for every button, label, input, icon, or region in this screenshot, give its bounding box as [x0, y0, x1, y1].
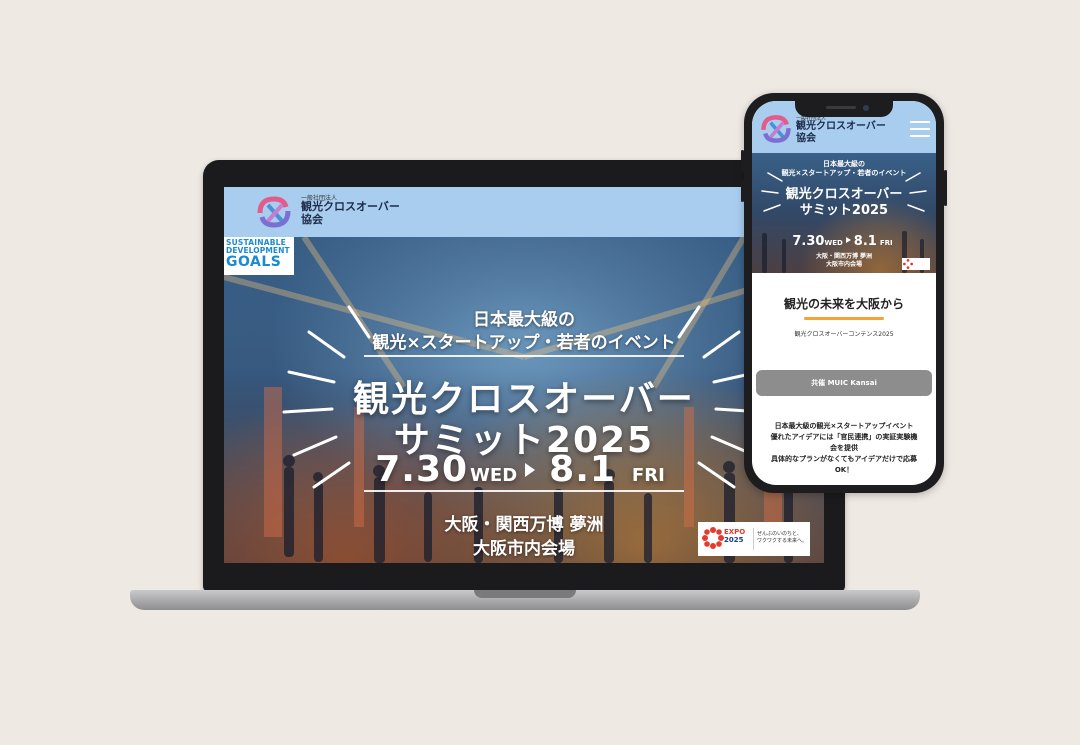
mobile-event-dates: 7.30WED 8.1 FRI [752, 230, 936, 249]
hero-subtitle-line2: 観光×スタートアップ・若者のイベント [372, 333, 676, 353]
site-header: 一般社団法人 観光クロスオーバー 協会 [224, 187, 824, 237]
phone-camera-icon [863, 105, 869, 111]
section-title-underline [804, 317, 884, 320]
end-day: FRI [631, 465, 665, 486]
expo-tagline: ぜんぶのいのちと、 ワクワクする未来へ。 [757, 531, 809, 545]
expo-logo-icon [903, 259, 913, 269]
expo-logo-icon [702, 527, 724, 549]
sdg-line3: GOALS [226, 254, 282, 270]
expo-tagline-line2: ワクワクする未来へ。 [757, 538, 808, 544]
start-date: 7.30 [375, 449, 469, 490]
phone-volume-up-button [741, 150, 744, 172]
expo-wordmark: EXPO 2025 [724, 528, 745, 544]
play-arrow-icon [525, 463, 536, 477]
expo-year: 2025 [724, 536, 744, 544]
hamburger-icon[interactable] [910, 121, 930, 137]
expo-name: EXPO [724, 528, 746, 536]
phone-notch [795, 101, 893, 117]
laptop-hinge-notch [474, 590, 576, 598]
mobile-hero-title-line1: 観光クロスオーバー [785, 187, 903, 202]
event-dates: 7.30 WED 8.1 FRI [224, 449, 824, 490]
org-name[interactable]: 観光クロスオーバー 協会 [301, 200, 421, 226]
association-logo-icon[interactable] [758, 112, 794, 146]
section-title: 観光の未来を大阪から [783, 297, 904, 311]
org-name-line2: 協会 [301, 213, 323, 226]
intro-line: 日本最大級の観光×スタートアップイベント [774, 422, 914, 430]
mobile-start-day: WED [824, 239, 843, 247]
intro-line: OK！ [834, 466, 854, 474]
intro-line: 優れたアイデアには「官民連携」の実証実験機 [770, 433, 918, 441]
org-name[interactable]: 観光クロスオーバー 協会 [796, 121, 896, 145]
expo-divider [753, 528, 754, 550]
intro-line: 具体的なプランがなくてもアイデアだけで応募 [770, 455, 918, 463]
intro-text: 日本最大級の観光×スタートアップイベント 優れたアイデアには「官民連携」の実証実… [756, 421, 932, 476]
hero-subtitle-line1: 日本最大級の [473, 310, 575, 330]
mobile-start-date: 7.30 [792, 234, 825, 249]
start-day: WED [470, 465, 518, 486]
org-name-line2: 協会 [796, 133, 816, 144]
play-arrow-icon [845, 237, 851, 243]
hero-divider-top [364, 355, 684, 357]
org-name-line1: 観光クロスオーバー [301, 200, 400, 213]
association-logo-icon[interactable] [254, 193, 294, 231]
mobile-expo-badge [902, 258, 930, 270]
phone-speaker [826, 106, 856, 109]
phone-power-button [944, 170, 947, 206]
section-subtitle: 観光クロスオーバーコンテンス2025 [794, 331, 894, 338]
mobile-end-date: 8.1 [853, 234, 877, 249]
intro-line: 会を提供 [830, 444, 858, 452]
expo-2025-badge: EXPO 2025 ぜんぶのいのちと、 ワクワクする未来へ。 [698, 522, 810, 556]
laptop-screen: 日本最大級の 観光×スタートアップ・若者のイベント 観光クロスオーバー サミット… [224, 187, 824, 563]
end-date: 8.1 [549, 449, 616, 490]
phone-volume-down-button [741, 180, 744, 202]
mobile-hero-subtitle-line2: 観光×スタートアップ・若者のイベント [781, 169, 907, 177]
co-host-button[interactable]: 共催 MUIC Kansai [756, 370, 932, 396]
phone-screen: 一般社団法人 観光クロスオーバー 協会 日本最大級の 観光×スタートアップ・若者… [752, 101, 936, 485]
expo-tagline-line1: ぜんぶのいのちと、 [757, 531, 802, 537]
mobile-end-day: FRI [879, 239, 893, 247]
mobile-hero-title-line2: サミット2025 [799, 203, 889, 218]
hero-divider-bottom [364, 490, 684, 492]
hero-title-line1: 観光クロスオーバー [353, 379, 695, 420]
org-name-line1: 観光クロスオーバー [796, 121, 886, 132]
sdg-badge: SUSTAINABLE DEVELOPMENT GOALS [224, 237, 294, 275]
